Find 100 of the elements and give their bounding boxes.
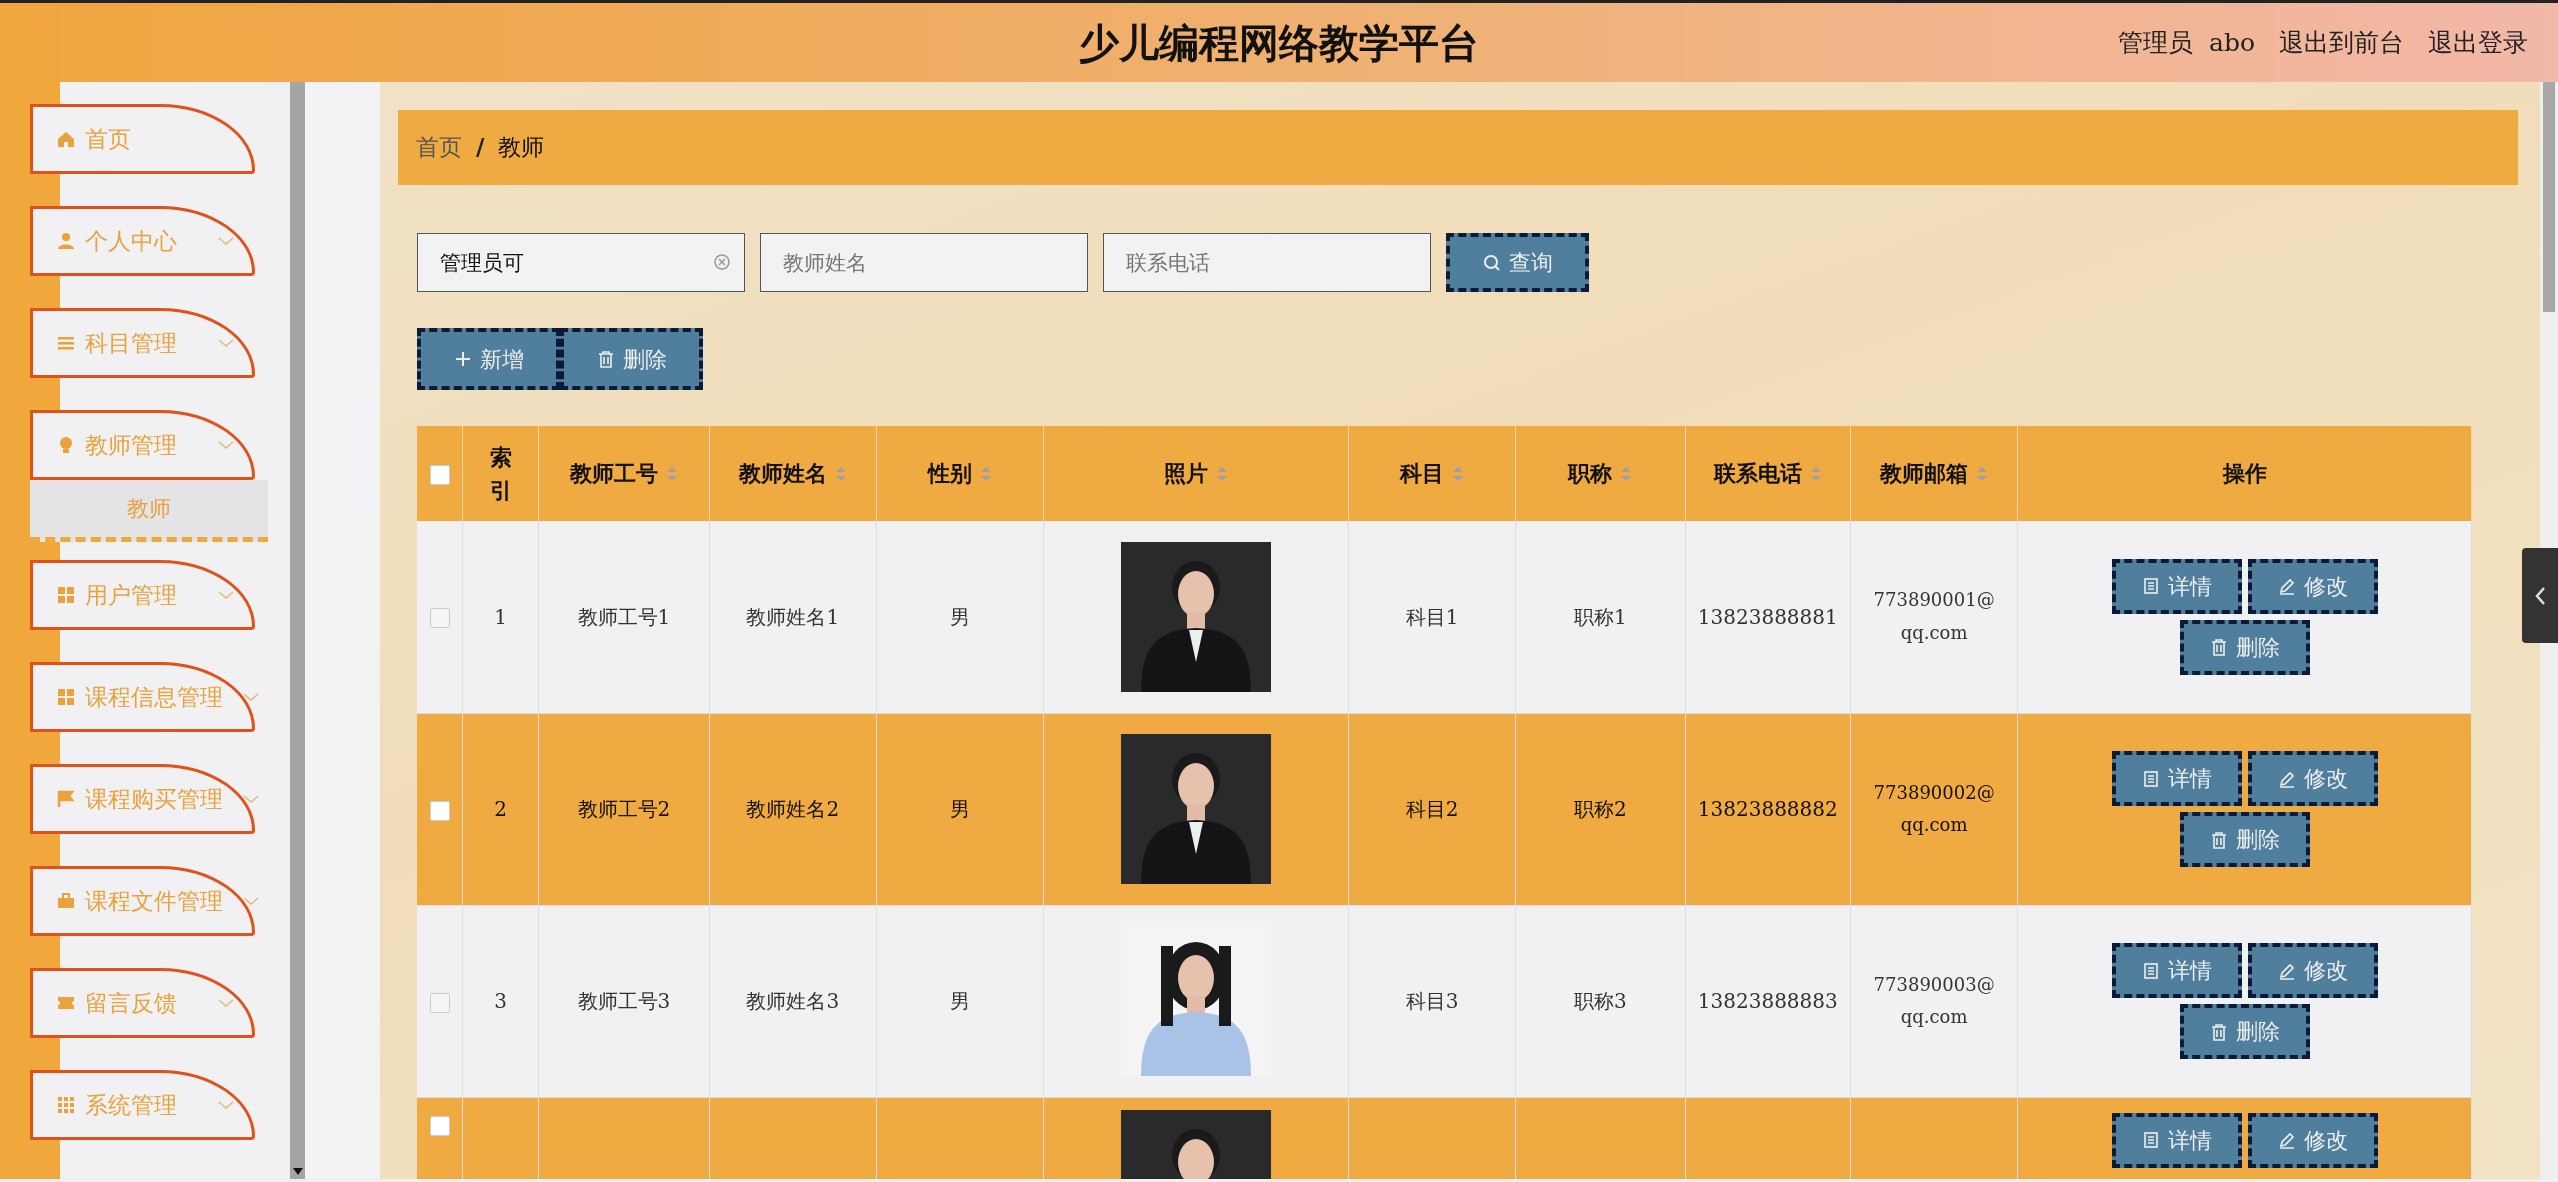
menu-item[interactable]: 首页 bbox=[30, 104, 255, 174]
chevron-down-icon bbox=[218, 338, 234, 348]
chevron-down-icon bbox=[243, 794, 259, 804]
row-action-button[interactable]: 修改 bbox=[2247, 1112, 2378, 1168]
column-header: 性别 bbox=[928, 460, 973, 488]
sort-icon bbox=[1452, 465, 1464, 482]
checkbox[interactable] bbox=[429, 1116, 450, 1136]
menu-item[interactable]: 系统管理 bbox=[30, 1070, 255, 1140]
grid-icon bbox=[57, 1096, 75, 1114]
document-icon bbox=[2141, 1131, 2160, 1149]
row-action-button[interactable]: 删除 bbox=[2179, 1004, 2310, 1059]
pencil-icon bbox=[2277, 769, 2296, 788]
row-action-button[interactable]: 修改 bbox=[2247, 558, 2378, 614]
table-cell: 教师工号2 bbox=[577, 797, 671, 821]
document-icon bbox=[2141, 577, 2160, 596]
trash-icon bbox=[2209, 1022, 2228, 1041]
table-cell: 男 bbox=[950, 797, 971, 821]
checkbox[interactable] bbox=[429, 992, 450, 1013]
column-header: 教师邮箱 bbox=[1880, 460, 1969, 488]
scroll-thumb[interactable] bbox=[2543, 82, 2555, 312]
sort-icon bbox=[1809, 465, 1822, 482]
grid-icon bbox=[57, 586, 75, 604]
chevron-down-icon bbox=[218, 236, 234, 246]
breadcrumb-item[interactable]: 首页 bbox=[416, 130, 462, 165]
sort-icon bbox=[1976, 465, 1989, 482]
row-action-button[interactable]: 删除 bbox=[2179, 812, 2310, 867]
bulb-icon bbox=[57, 436, 75, 454]
scroll-down-icon[interactable] bbox=[293, 1168, 303, 1175]
table-cell: 职称1 bbox=[1574, 604, 1627, 629]
menu-item[interactable]: 用户管理 bbox=[30, 560, 255, 630]
header-link[interactable]: 退出到前台 bbox=[2279, 23, 2404, 62]
table-cell: 教师姓名3 bbox=[746, 989, 840, 1013]
table-cell-text: 773890002@qq.com bbox=[1872, 780, 1996, 837]
chevron-down-icon bbox=[218, 590, 234, 600]
row-action-button[interactable]: 详情 bbox=[2111, 1112, 2242, 1168]
breadcrumb-item: 教师 bbox=[498, 133, 545, 163]
checkbox[interactable] bbox=[429, 465, 450, 485]
table-cell: 教师工号1 bbox=[577, 604, 671, 629]
trash-icon bbox=[596, 350, 615, 368]
search-field[interactable]: 联系电话 bbox=[1103, 233, 1431, 292]
grid-icon bbox=[57, 688, 75, 706]
sort-icon bbox=[665, 465, 678, 482]
table-cell: 1 bbox=[494, 604, 508, 629]
chevron-down-icon bbox=[218, 1100, 234, 1110]
menu-item[interactable]: 留言反馈 bbox=[30, 968, 255, 1038]
search-field[interactable]: 管理员可 bbox=[417, 233, 745, 292]
flag-icon bbox=[57, 790, 75, 808]
table-cell: 3 bbox=[494, 989, 508, 1013]
search-field[interactable]: 教师姓名 bbox=[760, 233, 1088, 292]
table-cell: 13823888881 bbox=[1697, 604, 1838, 629]
table-cell: 教师姓名1 bbox=[746, 604, 840, 629]
action-button[interactable]: 删除 bbox=[560, 328, 703, 390]
table-cell: 科目1 bbox=[1405, 604, 1459, 629]
checkbox[interactable] bbox=[429, 800, 450, 821]
table-cell: 教师姓名2 bbox=[746, 797, 840, 821]
plus-icon bbox=[453, 350, 472, 368]
table-cell: 教师工号3 bbox=[577, 989, 671, 1013]
checkbox[interactable] bbox=[429, 608, 450, 629]
table-cell: 科目2 bbox=[1405, 797, 1459, 821]
menu-item[interactable]: 科目管理 bbox=[30, 308, 255, 378]
row-action-button[interactable]: 修改 bbox=[2247, 751, 2378, 806]
column-header: 索引 bbox=[488, 443, 513, 505]
header-link[interactable]: 退出登录 bbox=[2428, 23, 2528, 62]
collapse-tab[interactable] bbox=[2522, 548, 2558, 643]
sort-icon bbox=[1216, 465, 1229, 482]
briefcase-icon bbox=[57, 892, 75, 910]
column-header: 照片 bbox=[1164, 460, 1209, 488]
row-action-button[interactable]: 删除 bbox=[2179, 619, 2310, 675]
pencil-icon bbox=[2277, 577, 2296, 596]
table-cell: 13823888883 bbox=[1697, 989, 1838, 1013]
sort-icon bbox=[834, 465, 847, 482]
table-cell: 2 bbox=[494, 797, 508, 821]
trash-icon bbox=[2209, 638, 2228, 657]
table-cell: 13823888882 bbox=[1697, 797, 1838, 821]
row-action-button[interactable]: 详情 bbox=[2111, 558, 2242, 614]
table-cell: 科目3 bbox=[1405, 989, 1459, 1013]
column-header: 操作 bbox=[2222, 460, 2267, 488]
column-header: 联系电话 bbox=[1713, 460, 1802, 488]
column-header: 教师姓名 bbox=[738, 460, 827, 488]
action-button[interactable]: 新增 bbox=[417, 328, 560, 390]
scrollbar[interactable] bbox=[290, 82, 305, 1179]
home-icon bbox=[57, 130, 75, 148]
ticket-icon bbox=[57, 994, 75, 1012]
row-action-button[interactable]: 修改 bbox=[2247, 943, 2378, 998]
trash-icon bbox=[2209, 830, 2228, 849]
table-cell-text: 773890001@qq.com bbox=[1872, 588, 1996, 645]
row-action-button[interactable]: 详情 bbox=[2111, 943, 2242, 998]
pencil-icon bbox=[2277, 1131, 2296, 1149]
table-cell-text: 773890003@qq.com bbox=[1872, 972, 1996, 1029]
search-button[interactable]: 查询 bbox=[1446, 233, 1589, 292]
row-action-button[interactable]: 详情 bbox=[2111, 751, 2242, 806]
chevron-down-icon bbox=[218, 998, 234, 1008]
user-icon bbox=[57, 232, 75, 250]
menu-item[interactable]: 教师管理 bbox=[30, 410, 255, 480]
column-header: 科目 bbox=[1400, 460, 1444, 488]
table-cell: 男 bbox=[950, 989, 971, 1013]
sort-icon bbox=[980, 465, 993, 482]
menu-item[interactable]: 个人中心 bbox=[30, 206, 255, 276]
chevron-down-icon bbox=[243, 692, 259, 702]
column-header: 职称 bbox=[1568, 460, 1613, 488]
